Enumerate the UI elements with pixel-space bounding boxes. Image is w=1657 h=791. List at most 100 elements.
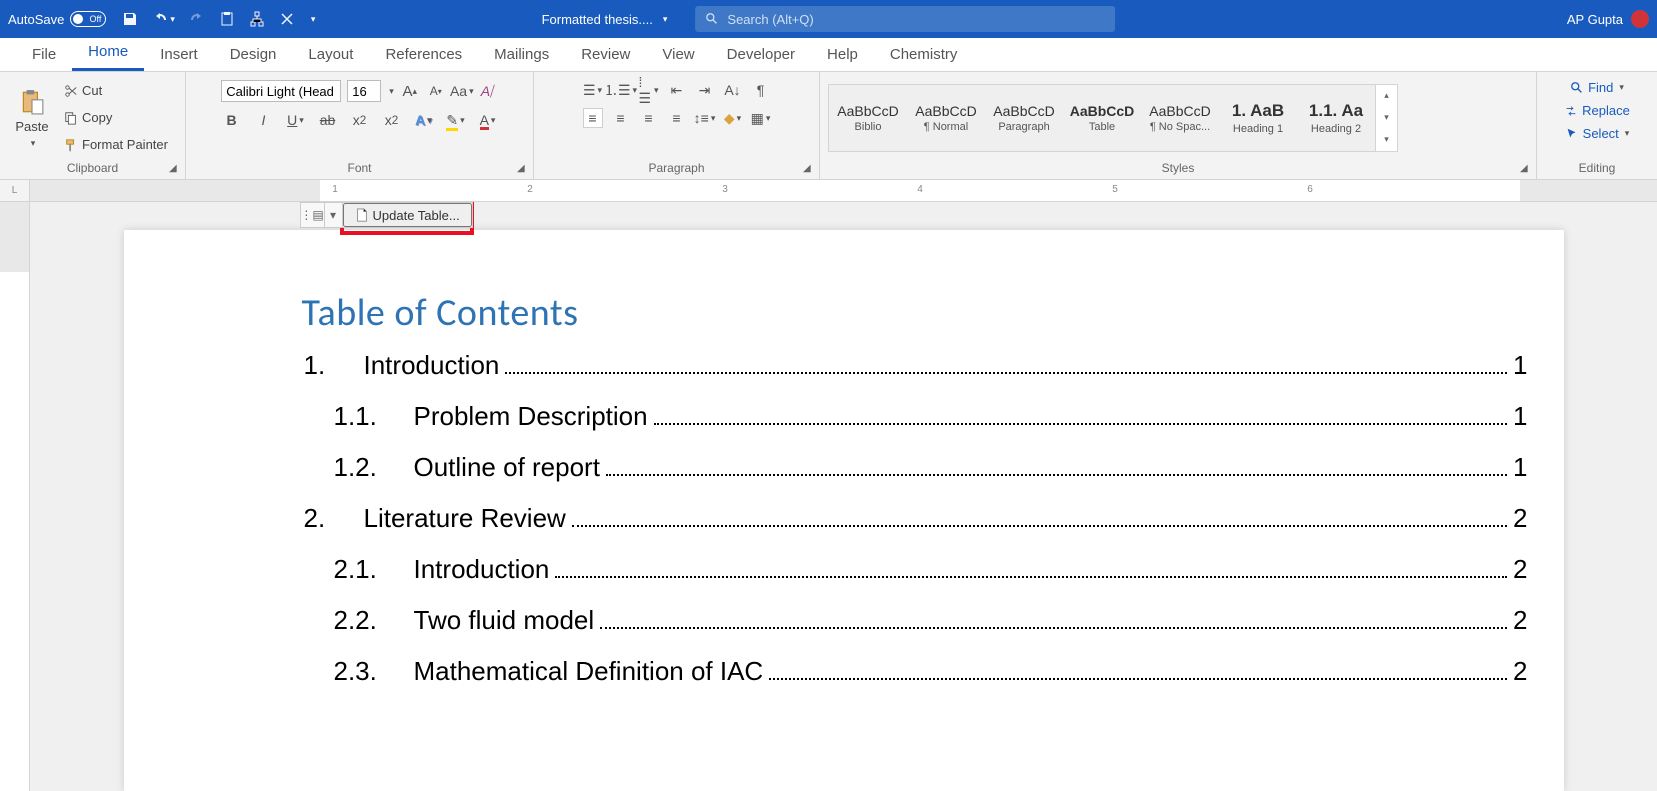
multilevel-button[interactable]: ⁞☰▾ <box>639 80 659 100</box>
style-scroll[interactable]: ▴ <box>1376 85 1397 107</box>
styles-launcher[interactable]: ◢ <box>1520 163 1532 175</box>
search-input[interactable]: Search (Alt+Q) <box>695 6 1115 32</box>
decrease-indent-button[interactable]: ⇤ <box>667 80 687 100</box>
paste-button[interactable]: Paste▾ <box>8 85 56 151</box>
search-icon <box>705 12 719 26</box>
toc-entry[interactable]: 2.2.Two fluid model2 <box>334 605 1528 636</box>
italic-button[interactable]: I <box>254 110 274 130</box>
brush-icon <box>64 138 78 152</box>
avatar[interactable] <box>1631 10 1649 28</box>
align-left-button[interactable]: ≡ <box>583 108 603 128</box>
tab-review[interactable]: Review <box>565 40 646 71</box>
tab-help[interactable]: Help <box>811 40 874 71</box>
style-nospac[interactable]: AaBbCcD¶ No Spac... <box>1141 85 1219 151</box>
toc-entry[interactable]: 1.1.Problem Description1 <box>334 401 1528 432</box>
increase-indent-button[interactable]: ⇥ <box>695 80 715 100</box>
ruler-corner: L <box>0 180 30 202</box>
font-color-button[interactable]: A▾ <box>478 110 498 130</box>
toc-entry[interactable]: 1.Introduction1 <box>304 350 1528 381</box>
page[interactable]: ⋮▤ ▾ Update Table... Table of Contents 1… <box>124 230 1564 791</box>
group-label: Styles <box>828 159 1528 179</box>
style-normal[interactable]: AaBbCcD¶ Normal <box>907 85 985 151</box>
toc-heading[interactable]: Table of Contents <box>302 290 1564 336</box>
style-table[interactable]: AaBbCcDTable <box>1063 85 1141 151</box>
line-spacing-button[interactable]: ↕≡▾ <box>695 108 715 128</box>
save-icon[interactable] <box>122 11 138 27</box>
group-clipboard: Paste▾ Cut Copy Format Painter Clipboard… <box>0 72 186 179</box>
group-label: Font <box>194 159 525 179</box>
clipboard-icon[interactable] <box>219 11 235 27</box>
show-marks-button[interactable]: ¶ <box>751 80 771 100</box>
find-button[interactable]: Find▾ <box>1568 78 1626 97</box>
highlight-button[interactable]: ✎▾ <box>446 110 466 130</box>
superscript-button[interactable]: x2 <box>382 110 402 130</box>
title-bar: AutoSave Off ▾ ▾ Formatted thesis.... ▾ … <box>0 0 1657 38</box>
text-effects-button[interactable]: A▾ <box>414 110 434 130</box>
style-more[interactable]: ▾ <box>1376 129 1397 151</box>
toc-entry[interactable]: 1.2.Outline of report1 <box>334 452 1528 483</box>
tab-chemistry[interactable]: Chemistry <box>874 40 974 71</box>
underline-button[interactable]: U▾ <box>286 110 306 130</box>
search-placeholder: Search (Alt+Q) <box>727 12 813 27</box>
tab-insert[interactable]: Insert <box>144 40 214 71</box>
cut-button[interactable]: Cut <box>62 81 170 100</box>
borders-button[interactable]: ▦▾ <box>751 108 771 128</box>
shrink-font-button[interactable]: A▾ <box>426 81 446 101</box>
bold-button[interactable]: B <box>222 110 242 130</box>
bullets-button[interactable]: ☰▾ <box>583 80 603 100</box>
vertical-ruler[interactable] <box>0 202 30 791</box>
undo-icon[interactable] <box>152 11 168 27</box>
update-table-button[interactable]: Update Table... <box>343 203 472 227</box>
style-heading2[interactable]: 1.1. AaHeading 2 <box>1297 85 1375 151</box>
document-title[interactable]: Formatted thesis.... <box>542 12 653 27</box>
replace-button[interactable]: Replace <box>1562 101 1632 120</box>
toc-entry[interactable]: 2.3.Mathematical Definition of IAC2 <box>334 656 1528 687</box>
font-launcher[interactable]: ◢ <box>517 163 529 175</box>
subscript-button[interactable]: x2 <box>350 110 370 130</box>
align-center-button[interactable]: ≡ <box>611 108 631 128</box>
font-size-dropdown[interactable]: ▾ <box>389 86 394 97</box>
format-painter-button[interactable]: Format Painter <box>62 135 170 154</box>
justify-button[interactable]: ≡ <box>667 108 687 128</box>
style-scroll[interactable]: ▾ <box>1376 107 1397 129</box>
tab-home[interactable]: Home <box>72 37 144 71</box>
horizontal-ruler[interactable]: L 123456 <box>0 180 1657 202</box>
copy-button[interactable]: Copy <box>62 108 170 127</box>
style-paragraph[interactable]: AaBbCcDParagraph <box>985 85 1063 151</box>
hierarchy-icon[interactable] <box>249 11 265 27</box>
user-name[interactable]: AP Gupta <box>1567 12 1623 27</box>
tab-developer[interactable]: Developer <box>711 40 811 71</box>
qat-dropdown-icon[interactable]: ▾ <box>311 14 316 25</box>
paragraph-launcher[interactable]: ◢ <box>803 163 815 175</box>
style-biblio[interactable]: AaBbCcDBiblio <box>829 85 907 151</box>
change-case-button[interactable]: Aa▾ <box>452 81 472 101</box>
tab-view[interactable]: View <box>646 40 710 71</box>
shading-button[interactable]: ◆▾ <box>723 108 743 128</box>
grow-font-button[interactable]: A▴ <box>400 81 420 101</box>
close-icon[interactable] <box>279 11 295 27</box>
clipboard-launcher[interactable]: ◢ <box>169 163 181 175</box>
doc-dropdown-icon[interactable]: ▾ <box>663 14 668 25</box>
tab-mailings[interactable]: Mailings <box>478 40 565 71</box>
styles-gallery: AaBbCcDBiblioAaBbCcD¶ NormalAaBbCcDParag… <box>828 84 1398 152</box>
group-label: Editing <box>1545 159 1649 179</box>
strike-button[interactable]: ab <box>318 110 338 130</box>
numbering-button[interactable]: ⒈☰▾ <box>611 80 631 100</box>
font-name-input[interactable] <box>221 80 341 102</box>
style-heading1[interactable]: 1. AaBHeading 1 <box>1219 85 1297 151</box>
autosave-toggle[interactable]: Off <box>70 11 106 27</box>
tab-file[interactable]: File <box>16 40 72 71</box>
select-button[interactable]: Select▾ <box>1563 124 1632 143</box>
tab-layout[interactable]: Layout <box>292 40 369 71</box>
font-size-input[interactable] <box>347 80 381 102</box>
toc-handle-icon[interactable]: ⋮▤ <box>301 203 325 227</box>
toc-entry[interactable]: 2.Literature Review2 <box>304 503 1528 534</box>
tab-references[interactable]: References <box>369 40 478 71</box>
toc-entry[interactable]: 2.1.Introduction2 <box>334 554 1528 585</box>
redo-icon[interactable] <box>189 11 205 27</box>
clear-format-button[interactable]: A⧸ <box>478 81 498 101</box>
tab-design[interactable]: Design <box>214 40 293 71</box>
sort-button[interactable]: A↓ <box>723 80 743 100</box>
toc-dropdown-icon[interactable]: ▾ <box>325 203 343 227</box>
align-right-button[interactable]: ≡ <box>639 108 659 128</box>
